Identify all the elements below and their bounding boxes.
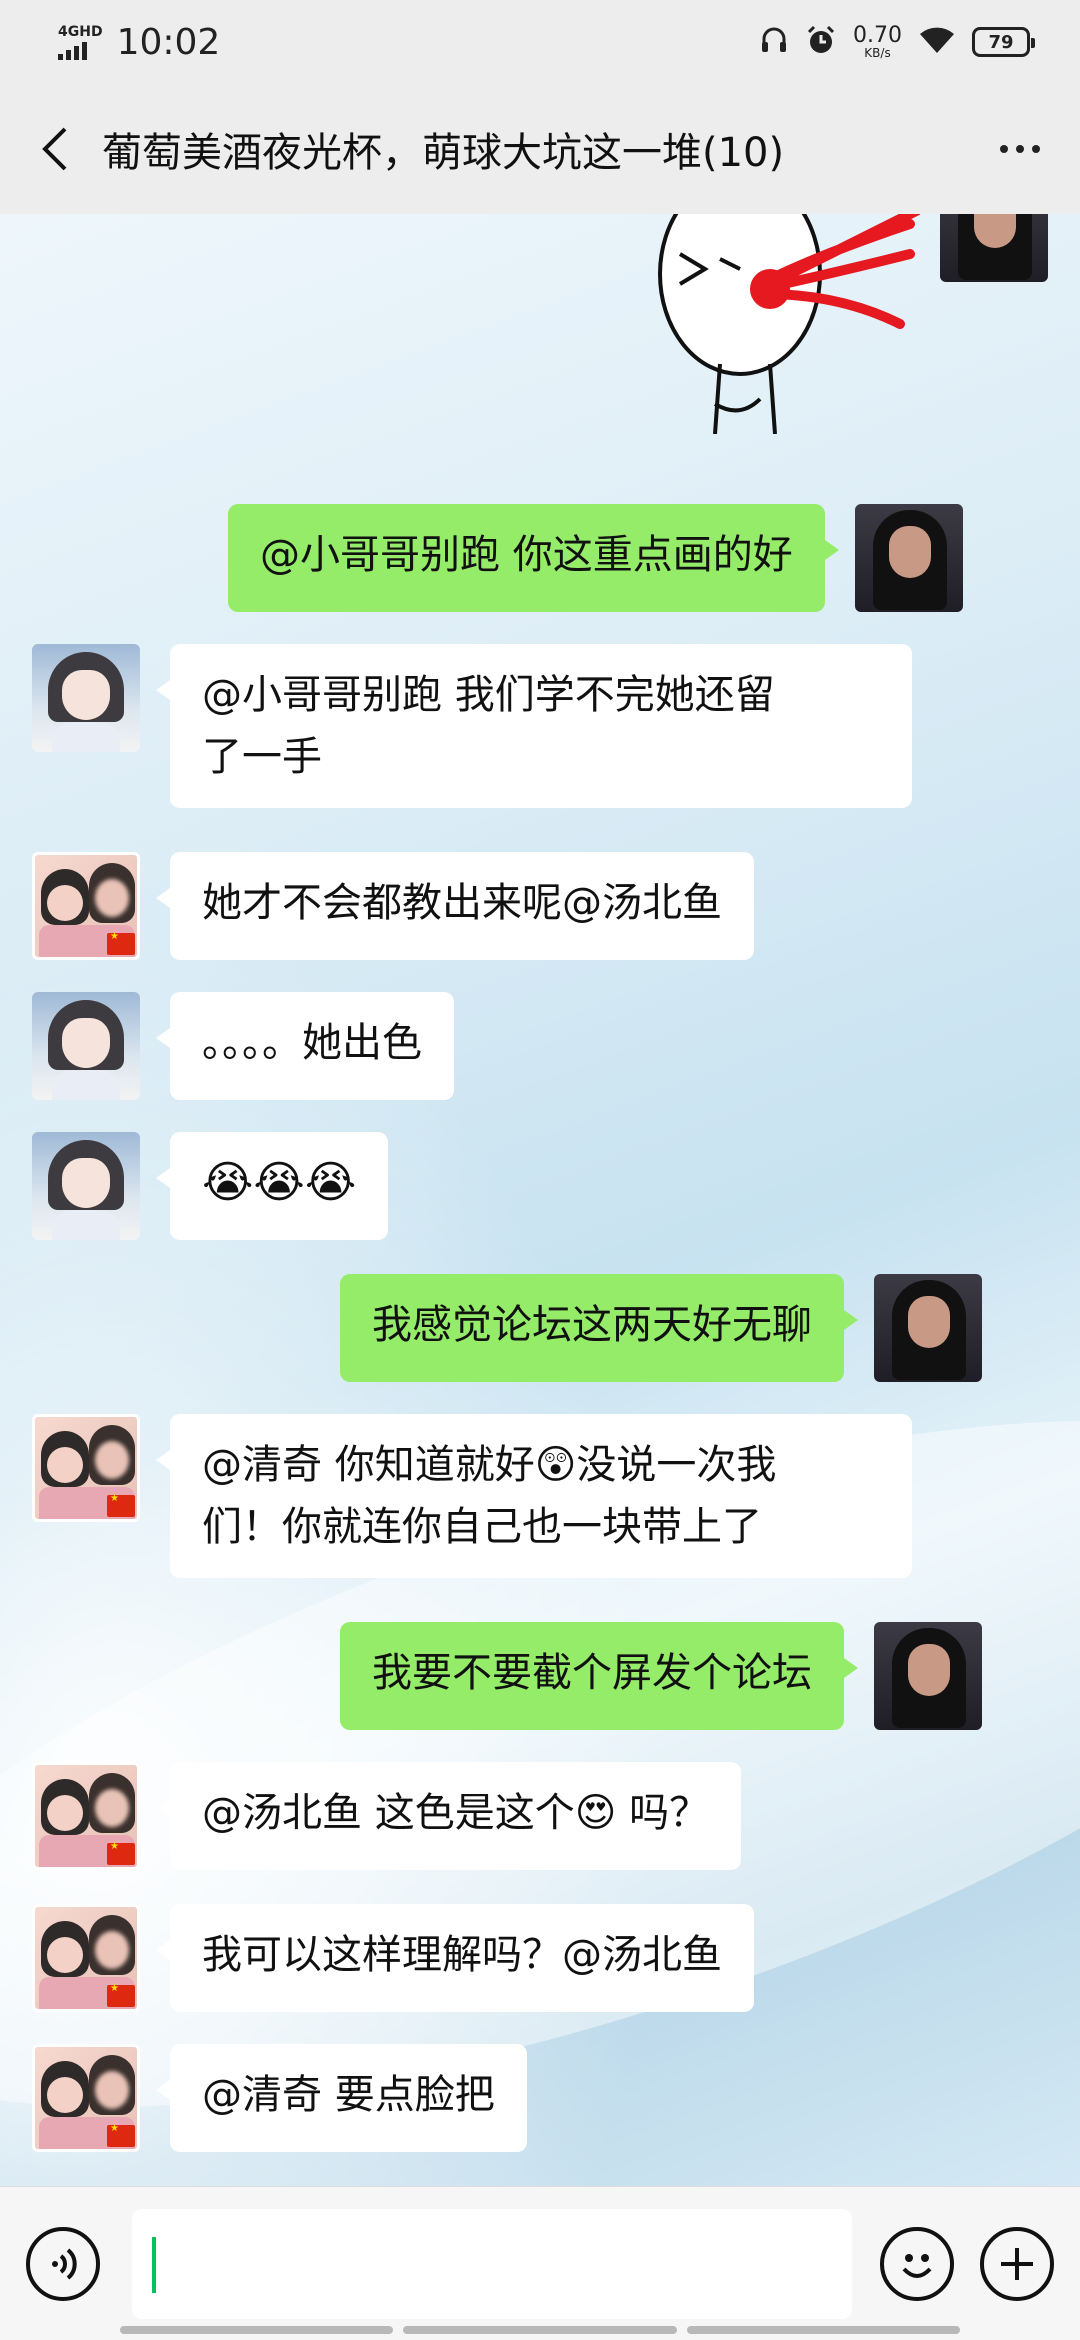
network-speed: 0.70 KB/s: [853, 23, 902, 60]
chat-header: 葡萄美酒夜光杯，萌球大坑这一堆(10): [0, 84, 1080, 214]
message-row: @清奇 要点脸把: [32, 2044, 527, 2152]
message-bubble[interactable]: @小哥哥别跑 我们学不完她还留 了一手: [156, 644, 912, 808]
message-bubble[interactable]: 我可以这样理解吗？@汤北鱼: [156, 1904, 754, 2012]
voice-icon[interactable]: [26, 2226, 100, 2301]
message-bubble[interactable]: 。。。。她出色: [156, 992, 454, 1100]
cell-signal-icon: 4GHD: [58, 25, 103, 60]
heart-eyes-emoji: 😍: [574, 1790, 617, 1836]
avatar[interactable]: [874, 1274, 982, 1382]
message-bubble[interactable]: @清奇 要点脸把: [156, 2044, 527, 2152]
chat-title: 葡萄美酒夜光杯，萌球大坑这一堆(10): [102, 130, 785, 176]
message-row: @小哥哥别跑 我们学不完她还留 了一手: [32, 644, 912, 808]
message-row: @小哥哥别跑 你这重点画的好: [228, 504, 963, 612]
message-bubble[interactable]: @小哥哥别跑 你这重点画的好: [228, 504, 839, 612]
avatar[interactable]: [32, 2044, 140, 2152]
wifi-icon: [918, 25, 956, 59]
message-bubble[interactable]: 我要不要截个屏发个论坛: [340, 1622, 858, 1730]
back-icon[interactable]: [30, 119, 78, 179]
avatar[interactable]: [32, 1132, 140, 1240]
message-list[interactable]: @小哥哥别跑 你这重点画的好 @小哥哥别跑 我们学不完她还留 了一手 她才不会都…: [0, 214, 1080, 2186]
avatar[interactable]: [32, 644, 140, 752]
headphones-icon: [759, 25, 789, 59]
battery-icon: 79: [972, 27, 1035, 57]
message-bubble[interactable]: @汤北鱼 这色是这个😍 吗？: [155, 1762, 742, 1870]
message-row: 我可以这样理解吗？@汤北鱼: [32, 1904, 754, 2012]
crying-emoji: 😭😭😭: [202, 1157, 357, 1208]
avatar[interactable]: [940, 214, 1048, 282]
clock: 10:02: [116, 21, 221, 63]
more-options-icon[interactable]: [990, 145, 1050, 153]
plus-icon[interactable]: [980, 2226, 1054, 2301]
smiley-icon[interactable]: [880, 2226, 954, 2301]
message-row: 😭😭😭: [32, 1132, 389, 1240]
message-bubble[interactable]: 我感觉论坛这两天好无聊: [340, 1274, 858, 1382]
message-bubble[interactable]: 她才不会都教出来呢@汤北鱼: [156, 852, 754, 960]
avatar[interactable]: [32, 852, 140, 960]
input-bar: [0, 2186, 1080, 2340]
alarm-icon: [805, 24, 837, 60]
surprised-emoji: 😲: [534, 1442, 577, 1488]
message-row: 我感觉论坛这两天好无聊: [340, 1274, 982, 1382]
sticker-image[interactable]: [620, 214, 922, 435]
avatar[interactable]: [32, 1762, 140, 1870]
message-row: @清奇 你知道就好😲没说一次我 们！你就连你自己也一块带上了: [32, 1414, 912, 1578]
avatar[interactable]: [32, 1904, 140, 2012]
avatar[interactable]: [32, 992, 140, 1100]
message-row: 我要不要截个屏发个论坛: [340, 1622, 982, 1730]
network-type: 4GHD: [58, 23, 103, 40]
message-row: @汤北鱼 这色是这个😍 吗？: [32, 1762, 742, 1870]
message-bubble[interactable]: 😭😭😭: [155, 1132, 389, 1240]
message-bubble[interactable]: @清奇 你知道就好😲没说一次我 们！你就连你自己也一块带上了: [156, 1414, 912, 1578]
gesture-bar: [120, 2326, 960, 2334]
avatar[interactable]: [854, 504, 963, 612]
avatar[interactable]: [874, 1622, 982, 1730]
battery-level: 79: [988, 31, 1014, 53]
status-bar: 4GHD 10:02 0.70 KB/s 79: [0, 0, 1080, 84]
message-row: 她才不会都教出来呢@汤北鱼: [32, 852, 754, 960]
avatar[interactable]: [32, 1414, 140, 1522]
message-input[interactable]: [132, 2208, 852, 2319]
message-row: 。。。。她出色: [32, 992, 454, 1100]
